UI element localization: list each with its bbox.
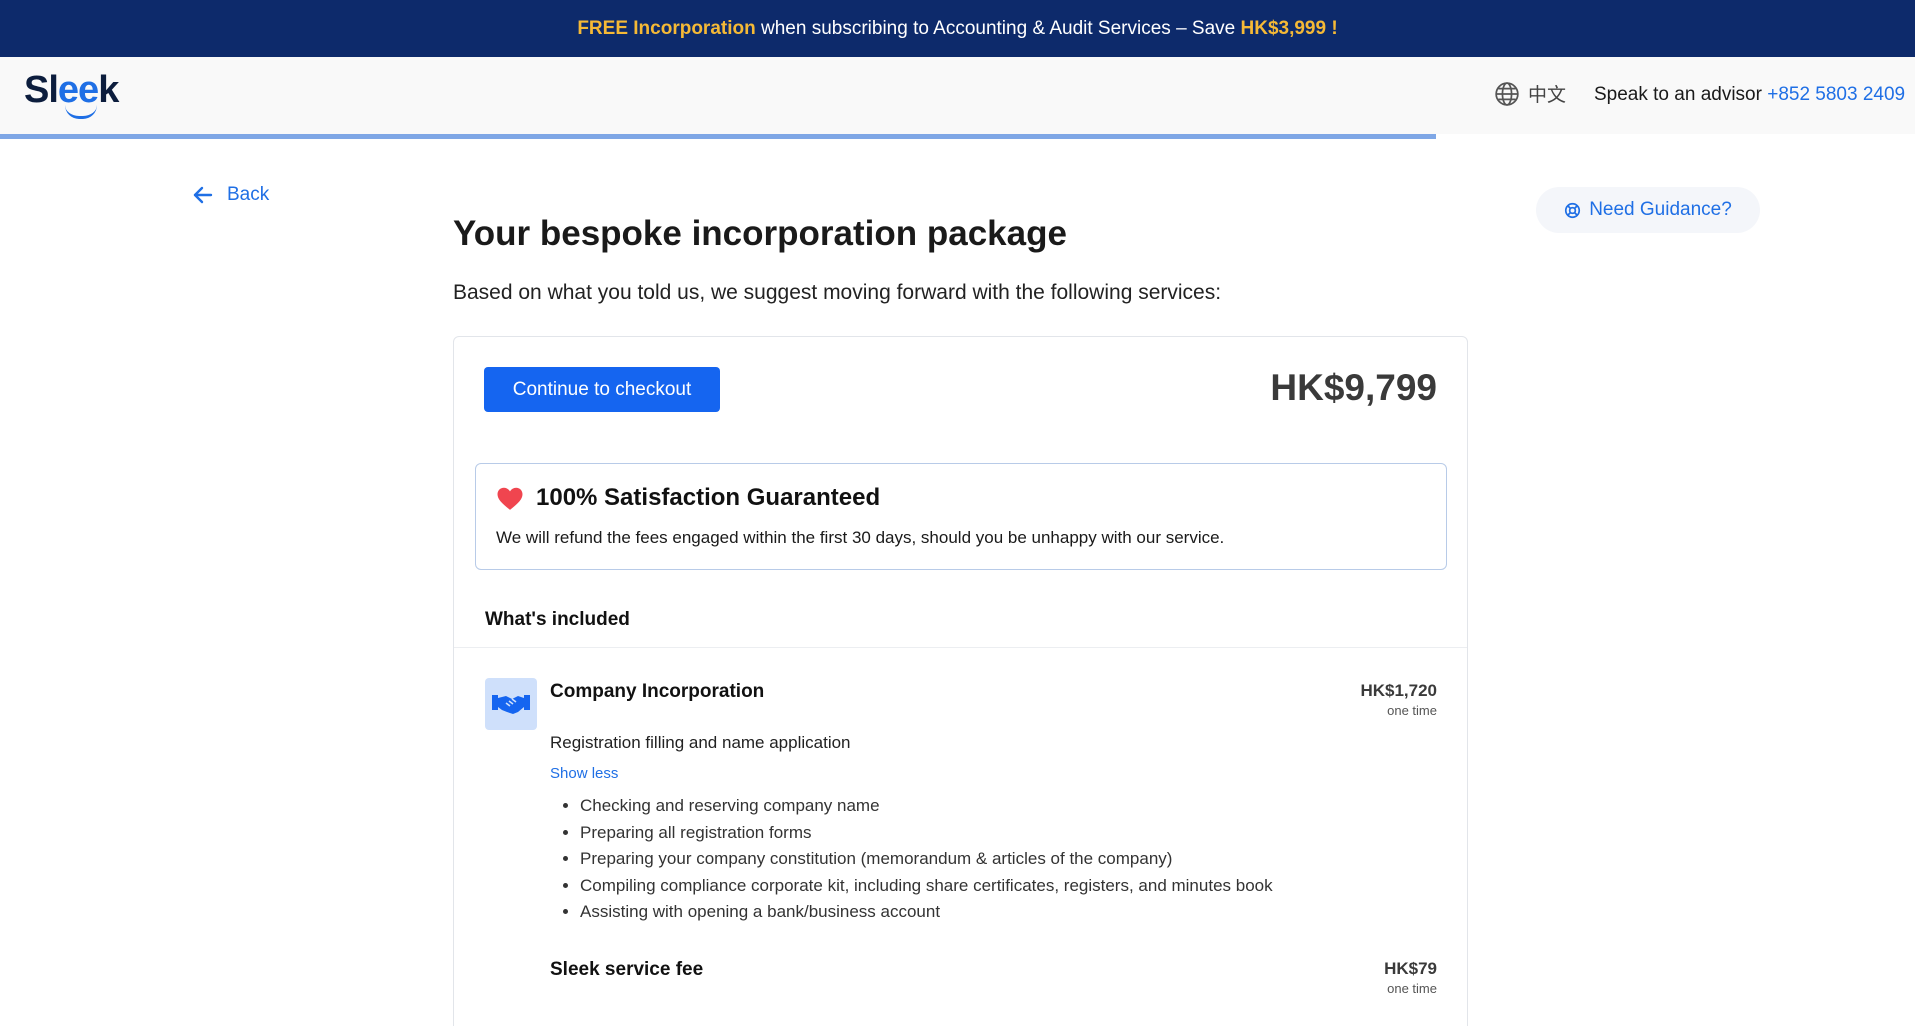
- satisfaction-guarantee-box: 100% Satisfaction Guaranteed We will ref…: [475, 463, 1447, 570]
- advisor-contact: Speak to an advisor +852 5803 2409: [1594, 84, 1905, 106]
- progress-fill: [0, 134, 1437, 139]
- language-switcher[interactable]: 中文: [1494, 80, 1566, 107]
- service-fee-price: HK$79 one time: [1384, 959, 1437, 996]
- package-card: Continue to checkout HK$9,799 100% Satis…: [453, 336, 1468, 1026]
- show-less-link[interactable]: Show less: [550, 765, 618, 782]
- back-label: Back: [227, 184, 270, 205]
- total-price: HK$9,799: [1270, 367, 1437, 408]
- guarantee-title: 100% Satisfaction Guaranteed: [536, 484, 881, 511]
- continue-to-checkout-button[interactable]: Continue to checkout: [484, 367, 720, 412]
- list-item: Preparing all registration forms: [580, 820, 1273, 847]
- service-price: HK$1,720 one time: [1360, 681, 1437, 718]
- list-item: Compiling compliance corporate kit, incl…: [580, 873, 1273, 900]
- promo-highlight-save: HK$3,999 !: [1240, 17, 1338, 39]
- logo-smile: [65, 105, 97, 119]
- promo-banner: FREE Incorporation when subscribing to A…: [0, 0, 1915, 57]
- logo-text-prefix: Sl: [24, 69, 59, 111]
- need-guidance-button[interactable]: Need Guidance?: [1536, 187, 1760, 233]
- promo-highlight-free: FREE Incorporation: [577, 17, 756, 39]
- advisor-phone-link[interactable]: +852 5803 2409: [1767, 84, 1905, 105]
- service-description: Registration filling and name applicatio…: [550, 733, 851, 752]
- advisor-text: Speak to an advisor: [1594, 84, 1768, 105]
- progress-bar: [0, 134, 1915, 139]
- promo-text: when subscribing to Accounting & Audit S…: [755, 17, 1241, 39]
- handshake-icon: [492, 695, 530, 714]
- service-price-unit: one time: [1387, 703, 1437, 718]
- page-title: Your bespoke incorporation package: [453, 214, 1067, 253]
- service-fee-name: Sleek service fee: [550, 959, 704, 980]
- service-fee-price-unit: one time: [1387, 981, 1437, 996]
- need-guidance-label: Need Guidance?: [1589, 199, 1732, 220]
- back-button[interactable]: Back: [191, 183, 269, 207]
- arrow-left-icon: [193, 186, 213, 204]
- section-divider: [454, 647, 1467, 648]
- page-subtitle: Based on what you told us, we suggest mo…: [453, 281, 1222, 304]
- list-item: Preparing your company constitution (mem…: [580, 846, 1273, 873]
- logo-text-suffix: k: [98, 69, 119, 111]
- globe-icon: [1495, 81, 1519, 106]
- lifebuoy-icon: [1565, 202, 1581, 218]
- guarantee-text: We will refund the fees engaged within t…: [496, 528, 1225, 547]
- service-name: Company Incorporation: [550, 681, 765, 702]
- service-fee-price-value: HK$79: [1384, 959, 1437, 978]
- heart-icon: [497, 487, 523, 510]
- service-price-value: HK$1,720: [1360, 681, 1437, 700]
- guarantee-heading: 100% Satisfaction Guaranteed: [496, 484, 880, 512]
- language-label: 中文: [1528, 85, 1567, 106]
- header: Sleek 中文 Speak to an advisor +852 5803 2…: [0, 57, 1915, 134]
- service-icon: [485, 678, 537, 730]
- whats-included-heading: What's included: [485, 609, 630, 630]
- list-item: Checking and reserving company name: [580, 793, 1273, 820]
- service-features-list: Checking and reserving company name Prep…: [580, 793, 1273, 926]
- list-item: Assisting with opening a bank/business a…: [580, 899, 1273, 926]
